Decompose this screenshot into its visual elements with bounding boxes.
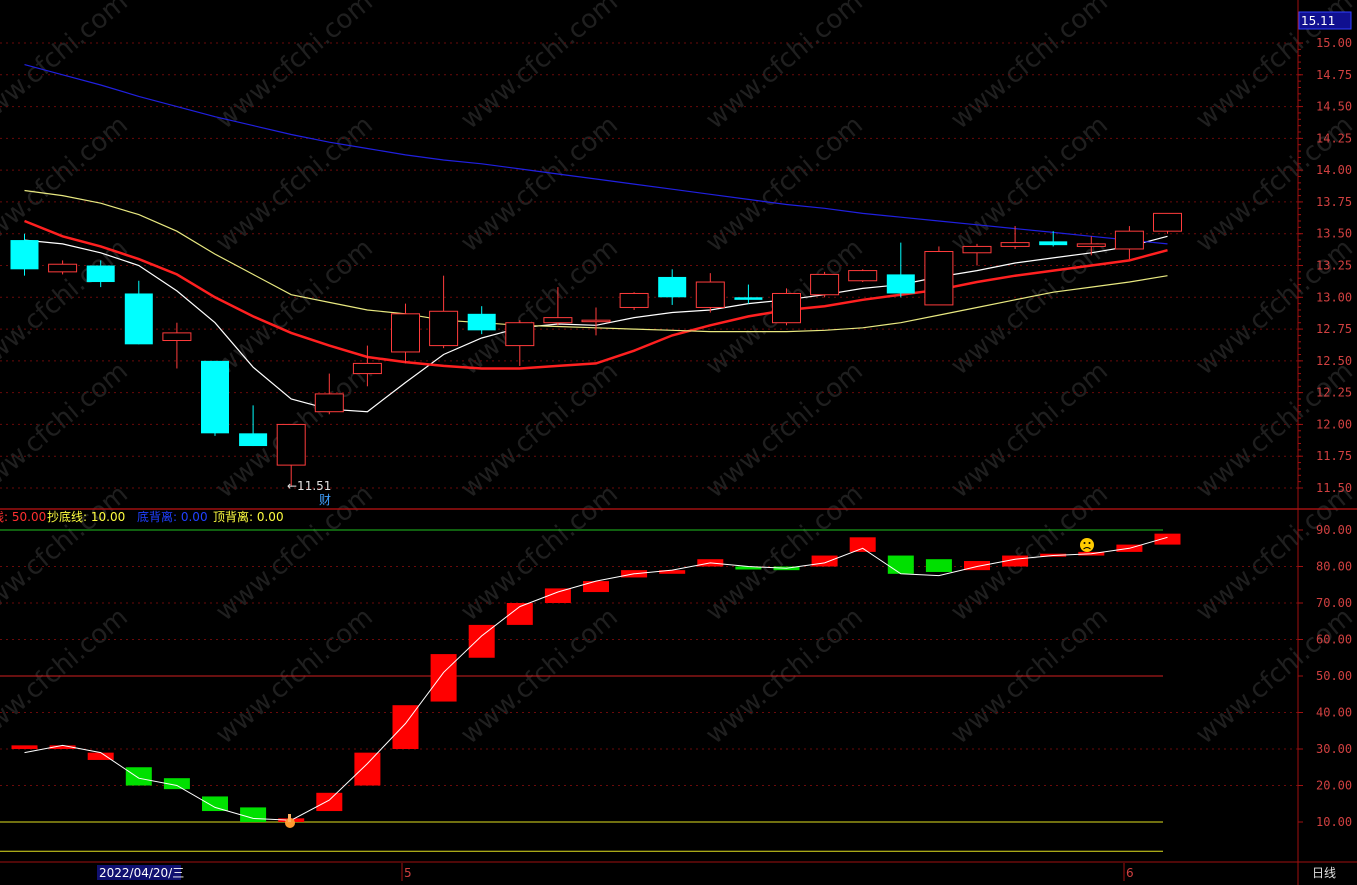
candle-body	[314, 393, 344, 413]
candle-body	[962, 245, 992, 254]
candle-body	[1153, 212, 1182, 232]
price-tick-label: 14.25	[1316, 131, 1352, 145]
candle-body	[391, 313, 420, 353]
finance-marker[interactable]: 财	[319, 493, 331, 507]
indicator-bar	[202, 796, 228, 812]
candle-body	[886, 274, 915, 294]
candle-body	[276, 423, 306, 466]
candle-body	[201, 360, 229, 434]
price-tick-label: 11.75	[1316, 449, 1352, 463]
candle-body	[1000, 242, 1030, 247]
candle-body	[162, 332, 192, 342]
legend-top-divergence: 顶背离: 0.00	[213, 509, 284, 524]
indicator-tick-label: 40.00	[1316, 706, 1352, 720]
legend-center-line: 线: 50.00	[0, 510, 46, 524]
candle-body	[239, 433, 268, 447]
indicator-tick-label: 90.00	[1316, 523, 1352, 537]
stock-chart: www.cfchi.com www.cfchi.com www.cfchi.com w…	[0, 0, 1357, 885]
price-tick-label: 13.50	[1316, 227, 1352, 241]
price-tick-label: 12.50	[1316, 354, 1352, 368]
price-tick-label: 12.75	[1316, 322, 1352, 336]
indicator-tick-label: 80.00	[1316, 560, 1352, 574]
indicator-tick-label: 30.00	[1316, 742, 1352, 756]
indicator-bar	[354, 752, 381, 786]
candle-body	[467, 313, 496, 331]
candle-body	[848, 270, 878, 282]
indicator-bar	[811, 555, 838, 567]
candle-body	[658, 276, 687, 298]
candle	[1153, 212, 1182, 234]
indicator-bar	[925, 559, 952, 572]
candle-body	[810, 273, 840, 296]
candle-body	[1039, 241, 1068, 246]
price-tick-label: 15.00	[1316, 36, 1352, 50]
candle-body	[86, 265, 115, 283]
candle	[810, 271, 840, 298]
candle-body	[581, 319, 611, 323]
legend-bottom-line: 抄底线: 10.00	[47, 509, 125, 524]
indicator-bar	[430, 654, 457, 702]
date-label: 2022/04/20/三	[99, 866, 184, 880]
candle-body	[543, 317, 573, 324]
candle	[201, 360, 229, 436]
indicator-tick-label: 20.00	[1316, 779, 1352, 793]
indicator-bar	[887, 555, 914, 574]
price-tick-label: 13.00	[1316, 290, 1352, 304]
indicator-bar	[1154, 533, 1181, 545]
candle-body	[1076, 243, 1106, 247]
price-tick-label: 13.75	[1316, 195, 1352, 209]
indicator-bar	[468, 624, 495, 658]
indicator-bar	[849, 537, 876, 552]
candle-body	[619, 292, 649, 308]
indicator-tick-label: 50.00	[1316, 669, 1352, 683]
indicator-tick-label: 10.00	[1316, 815, 1352, 829]
candle-body	[772, 292, 801, 324]
candle	[924, 246, 954, 306]
candle-body	[48, 263, 78, 273]
month-5-label: 5	[404, 866, 412, 880]
candle-body	[124, 293, 153, 345]
sad-face-icon	[1080, 538, 1094, 552]
candle	[619, 292, 649, 310]
indicator-tick-label: 60.00	[1316, 633, 1352, 647]
candle	[848, 269, 878, 283]
indicator-bar	[125, 767, 152, 786]
candle-body	[429, 310, 459, 347]
candle-body	[734, 297, 763, 300]
price-tick-label: 11.50	[1316, 481, 1352, 495]
current-price-label: 15.11	[1301, 14, 1335, 28]
price-tick-label: 12.00	[1316, 417, 1352, 431]
price-tick-label: 13.25	[1316, 259, 1352, 273]
candle	[772, 288, 801, 326]
indicator-bar	[316, 792, 343, 812]
price-tick-label: 12.25	[1316, 386, 1352, 400]
candle-body	[1114, 230, 1144, 250]
candle-body	[695, 281, 725, 308]
indicator-bar	[240, 807, 267, 822]
price-tick-label: 14.75	[1316, 68, 1352, 82]
low-price-marker: ←11.51	[287, 479, 331, 493]
indicator-bar	[583, 581, 609, 593]
candle-body	[10, 240, 39, 270]
indicator-tick-label: 70.00	[1316, 596, 1352, 610]
indicator-bar	[11, 745, 38, 749]
candle-body	[924, 251, 954, 306]
candle-body	[505, 322, 535, 347]
price-tick-label: 14.00	[1316, 163, 1352, 177]
candle-body	[352, 362, 382, 375]
month-6-label: 6	[1126, 866, 1134, 880]
indicator-legend: 线: 50.00 抄底线: 10.00 底背离: 0.00 顶背离: 0.00	[0, 509, 284, 524]
legend-bottom-divergence: 底背离: 0.00	[137, 509, 208, 524]
price-tick-label: 14.50	[1316, 100, 1352, 114]
period-label[interactable]: 日线	[1312, 866, 1336, 880]
